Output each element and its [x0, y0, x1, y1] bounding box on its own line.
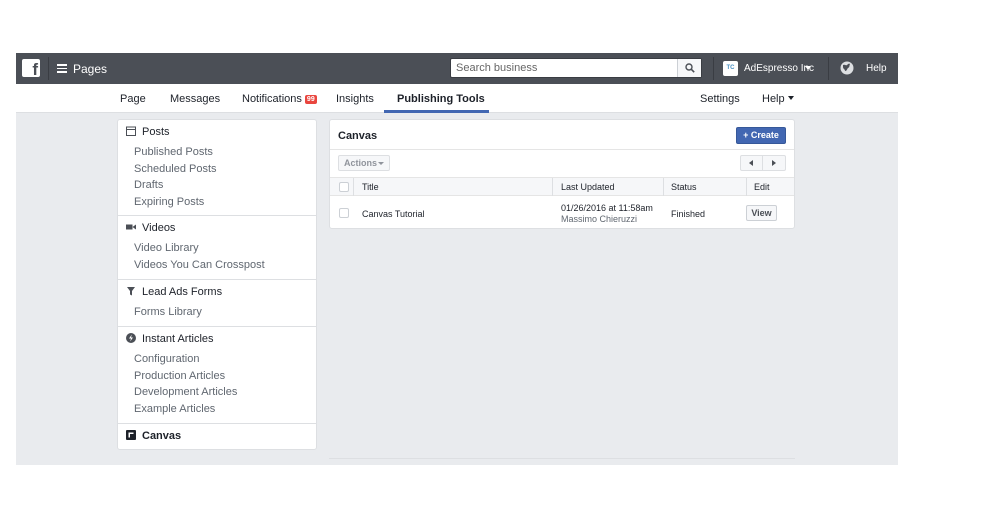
- chevron-down-icon: [787, 96, 794, 100]
- publishing-tools-sidebar: Posts Published Posts Scheduled Posts Dr…: [117, 119, 317, 450]
- notification-count-badge: 99: [304, 95, 317, 104]
- pagination-controls: [740, 155, 786, 171]
- top-bar: f Pages TC AdEspresso Inc Help: [16, 53, 898, 84]
- actions-label: Actions: [344, 158, 378, 168]
- column-header-title[interactable]: Title: [362, 182, 379, 192]
- sidebar-item-configuration[interactable]: Configuration: [134, 353, 199, 365]
- previous-page-button[interactable]: [741, 156, 763, 170]
- column-separator: [663, 178, 664, 196]
- sidebar-item-production-articles[interactable]: Production Articles: [134, 370, 225, 382]
- sidebar-heading-videos[interactable]: Videos: [126, 222, 175, 234]
- sidebar-item-expiring-posts[interactable]: Expiring Posts: [134, 196, 204, 208]
- hamburger-menu-icon[interactable]: [57, 64, 67, 73]
- divider: [828, 57, 829, 80]
- column-header-last-updated[interactable]: Last Updated: [561, 182, 615, 192]
- sidebar-item-videos-crosspost[interactable]: Videos You Can Crosspost: [134, 259, 265, 271]
- row-title[interactable]: Canvas Tutorial: [362, 209, 425, 219]
- sidebar-item-example-articles[interactable]: Example Articles: [134, 403, 215, 415]
- sidebar-item-forms-library[interactable]: Forms Library: [134, 306, 202, 318]
- column-header-edit: Edit: [754, 182, 770, 192]
- facebook-logo-icon[interactable]: f: [22, 59, 40, 78]
- search-button[interactable]: [677, 59, 701, 77]
- calendar-icon: [126, 126, 136, 136]
- tab-insights[interactable]: Insights: [336, 93, 374, 105]
- sidebar-heading-label: Videos: [142, 222, 176, 234]
- active-tab-indicator: [384, 110, 489, 113]
- row-status: Finished: [671, 209, 706, 219]
- row-checkbox[interactable]: [339, 208, 349, 218]
- sidebar-heading-label: Instant Articles: [142, 333, 214, 345]
- sidebar-heading-posts[interactable]: Posts: [126, 126, 170, 138]
- create-button[interactable]: + Create: [736, 127, 786, 144]
- sidebar-section-posts: Posts Published Posts Scheduled Posts Dr…: [118, 120, 316, 216]
- chevron-down-icon: [378, 162, 384, 165]
- pages-link[interactable]: Pages: [73, 62, 107, 76]
- column-header-status[interactable]: Status: [671, 182, 697, 192]
- sidebar-heading-instant-articles[interactable]: Instant Articles: [126, 333, 214, 345]
- search-input[interactable]: [451, 59, 677, 77]
- tab-notifications-label: Notifications: [242, 93, 302, 105]
- search-icon: [685, 63, 695, 73]
- next-page-button[interactable]: [763, 156, 785, 170]
- canvas-panel: Canvas + Create Actions Title Last Updat…: [329, 119, 795, 229]
- tab-notifications[interactable]: Notifications 99: [242, 93, 317, 105]
- row-last-updated: 01/26/2016 at 11:58am: [561, 203, 653, 213]
- sidebar-item-drafts[interactable]: Drafts: [134, 179, 163, 191]
- sidebar-item-scheduled-posts[interactable]: Scheduled Posts: [134, 163, 217, 175]
- row-author: Massimo Chieruzzi: [561, 214, 638, 224]
- sidebar-section-canvas: Canvas: [118, 424, 316, 450]
- sidebar-heading-label: Posts: [142, 126, 170, 138]
- account-avatar[interactable]: TC: [723, 61, 738, 76]
- sidebar-item-published-posts[interactable]: Published Posts: [134, 146, 213, 158]
- page-frame: f Pages TC AdEspresso Inc Help Page Mess…: [16, 53, 898, 465]
- search-box: [450, 58, 702, 78]
- help-link[interactable]: Help: [866, 63, 887, 74]
- canvas-icon: [126, 430, 136, 440]
- divider: [713, 57, 714, 80]
- table-header: Title Last Updated Status Edit: [330, 177, 794, 196]
- sidebar-heading-canvas[interactable]: Canvas: [126, 430, 181, 442]
- sidebar-item-development-articles[interactable]: Development Articles: [134, 386, 237, 398]
- video-camera-icon: [126, 224, 136, 230]
- sidebar-heading-lead-ads[interactable]: Lead Ads Forms: [126, 286, 222, 298]
- sidebar-section-instant-articles: Instant Articles Configuration Productio…: [118, 327, 316, 424]
- account-switcher[interactable]: AdEspresso Inc: [744, 63, 814, 74]
- sidebar-item-video-library[interactable]: Video Library: [134, 242, 199, 254]
- page-tab-bar: Page Messages Notifications 99 Insights P…: [16, 84, 898, 113]
- select-all-checkbox[interactable]: [339, 182, 349, 192]
- tab-help-label: Help: [762, 93, 785, 105]
- column-separator: [353, 178, 354, 196]
- divider: [329, 458, 795, 459]
- tab-help[interactable]: Help: [762, 93, 794, 105]
- column-separator: [552, 178, 553, 196]
- tab-settings[interactable]: Settings: [700, 93, 740, 105]
- divider: [48, 57, 49, 80]
- panel-title: Canvas: [338, 130, 378, 142]
- chevron-right-icon: [772, 160, 776, 166]
- actions-dropdown[interactable]: Actions: [338, 155, 390, 171]
- globe-icon[interactable]: [840, 61, 854, 75]
- column-separator: [746, 178, 747, 196]
- sidebar-section-videos: Videos Video Library Videos You Can Cros…: [118, 216, 316, 280]
- chevron-down-icon[interactable]: [805, 66, 811, 70]
- view-button[interactable]: View: [746, 205, 777, 221]
- filter-icon: [127, 287, 135, 296]
- tab-messages[interactable]: Messages: [170, 93, 220, 105]
- tab-page[interactable]: Page: [120, 93, 146, 105]
- tab-publishing-tools[interactable]: Publishing Tools: [397, 93, 485, 105]
- sidebar-section-lead-ads: Lead Ads Forms Forms Library: [118, 280, 316, 327]
- chevron-left-icon: [749, 160, 753, 166]
- sidebar-heading-label: Canvas: [142, 430, 182, 442]
- lightning-bolt-icon: [126, 333, 136, 343]
- sidebar-heading-label: Lead Ads Forms: [142, 286, 223, 298]
- divider: [330, 149, 794, 150]
